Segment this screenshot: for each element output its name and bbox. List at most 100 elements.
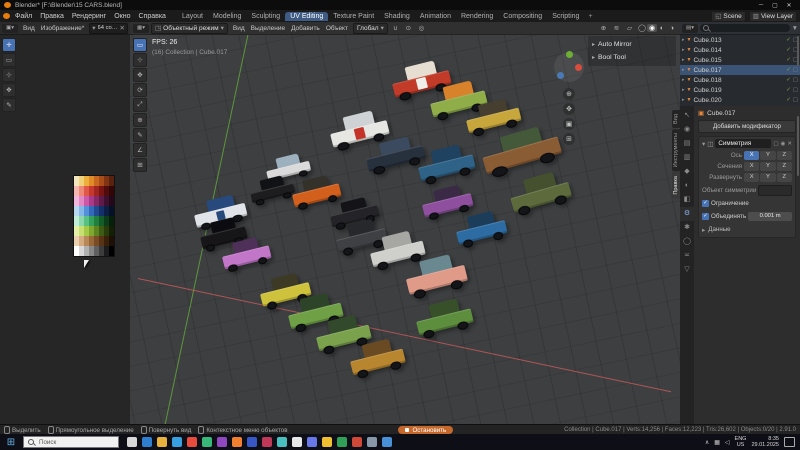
select-box-tool[interactable]: ▭	[133, 38, 147, 52]
measure-tool[interactable]: ∠	[133, 143, 147, 157]
tray-expand-icon[interactable]: ∧	[705, 439, 709, 446]
outliner-mode-icon[interactable]: ▤▾	[682, 23, 698, 33]
visibility-check-icon[interactable]: ✓	[786, 97, 791, 103]
add-modifier-button[interactable]: Добавить модификатор	[698, 120, 796, 133]
network-icon[interactable]: ▦	[714, 439, 720, 446]
modifier-name-field[interactable]: Симметрия	[715, 139, 772, 148]
taskbar-app-11[interactable]	[277, 437, 287, 447]
add-cube-tool[interactable]: ⊞	[133, 158, 147, 172]
proportional-edit-icon[interactable]: ◎	[416, 24, 427, 32]
stop-button[interactable]: Остановить	[398, 426, 454, 434]
show-gizmo-icon[interactable]: ⊕	[598, 24, 609, 32]
screen-icon[interactable]: ▢	[793, 87, 798, 93]
axis-toggle-z[interactable]: Z	[776, 151, 792, 160]
taskbar-app-5[interactable]	[187, 437, 197, 447]
volume-icon[interactable]: ◁	[725, 439, 730, 446]
perspective-toggle-icon[interactable]: ⊞	[563, 133, 575, 145]
taskbar-app-4[interactable]	[172, 437, 182, 447]
outliner-item[interactable]: ▸ ▼ Cube.013 ✓ ▢	[680, 35, 800, 45]
view-layer-selector[interactable]: ▥ View Layer	[748, 10, 797, 22]
filter-icon[interactable]: ▼	[792, 25, 798, 32]
sidebar-tab-Вид[interactable]: Вид	[672, 110, 680, 128]
scale-tool[interactable]: ⤢	[133, 98, 147, 112]
car-sedan-black[interactable]	[248, 173, 296, 207]
outliner-search[interactable]	[700, 24, 790, 32]
npanel-section-auto-mirror[interactable]: ▸ Auto Mirror	[588, 38, 676, 51]
visibility-check-icon[interactable]: ✓	[786, 57, 791, 63]
rendered-shading[interactable]: ◑	[667, 25, 677, 32]
visibility-check-icon[interactable]: ✓	[786, 47, 791, 53]
screen-icon[interactable]: ▢	[793, 67, 798, 73]
tab-view-layer[interactable]: ▥	[680, 151, 694, 165]
image-selector[interactable]: ▾ 64 color pixel.png ✕	[89, 22, 128, 34]
uv-image-editor[interactable]: ▣▾ ВидИзображение* ▾ 64 color pixel.png …	[0, 22, 131, 424]
select-box-tool[interactable]: ▭	[2, 53, 16, 67]
unlink-image-icon[interactable]: ✕	[120, 24, 125, 32]
clock[interactable]: 8:35 29.01.2025	[751, 436, 779, 448]
car-pickup-green[interactable]	[413, 296, 475, 341]
taskbar-app-13[interactable]	[307, 437, 317, 447]
pan-icon[interactable]: ✥	[563, 103, 575, 115]
outliner-item[interactable]: ▸ ▼ Cube.018 ✓ ▢	[680, 75, 800, 85]
visibility-check-icon[interactable]: ✓	[786, 87, 791, 93]
workspace-tab-texture-paint[interactable]: Texture Paint	[328, 12, 379, 21]
workspace-tab-layout[interactable]: Layout	[177, 12, 208, 21]
properties-editor[interactable]: ↖ ◉ ▤ ▥ ◆ ◐ ◧ ⚙ ✱ ◯ ≍ ▽ ▣ Cube.017 Добавить модифик…	[680, 106, 800, 427]
camera-view-icon[interactable]: ▣	[563, 118, 575, 130]
merge-checkbox[interactable]: ✓	[702, 213, 709, 220]
taskbar-search[interactable]	[23, 436, 119, 448]
taskbar-app-6[interactable]	[202, 437, 212, 447]
clipping-checkbox[interactable]: ✓	[702, 200, 709, 207]
viewport-3d[interactable]: ▦▾ ◳ Объектный режим ▾ Вид Выделение Добав…	[130, 22, 680, 424]
workspace-tab-uv-editing[interactable]: UV Editing	[285, 11, 329, 21]
outliner-item[interactable]: ▸ ▼ Cube.017 ✓ ▢	[680, 65, 800, 75]
outliner-item[interactable]: ▸ ▼ Cube.020 ✓ ▢	[680, 95, 800, 105]
uv-menu-Изображение*[interactable]: Изображение*	[38, 25, 87, 32]
taskbar-app-2[interactable]	[142, 437, 152, 447]
axis-toggle-y[interactable]: Y	[760, 151, 776, 160]
language-indicator[interactable]: ENG US	[735, 436, 747, 448]
workspace-tab-sculpting[interactable]: Sculpting	[246, 12, 285, 21]
annotate-tool[interactable]: ✎	[2, 98, 16, 112]
orientation-selector[interactable]: Глобал ▾	[352, 22, 388, 34]
display-edit-icon[interactable]: ▢	[773, 141, 778, 147]
annotate-tool[interactable]: ✎	[133, 128, 147, 142]
visibility-check-icon[interactable]: ✓	[786, 37, 791, 43]
outliner[interactable]: ▤▾ ▼ ▸ ▼ Cube.013 ✓ ▢ ▸ ▼ Cube.014 ✓ ▢ ▸ ▼ Cube.015 ✓…	[680, 22, 800, 107]
axis-toggle-z[interactable]: Z	[776, 173, 792, 182]
npanel-section-bool-tool[interactable]: ▸ Bool Tool	[588, 51, 676, 64]
scene-selector[interactable]: ◱ Scene	[711, 10, 746, 22]
viewport-menu-Добавить[interactable]: Добавить	[288, 25, 323, 32]
screen-icon[interactable]: ▢	[793, 77, 798, 83]
editor-type-button[interactable]: ▣▾	[2, 23, 18, 33]
taskbar-app-10[interactable]	[262, 437, 272, 447]
minimize-button[interactable]: ─	[754, 2, 768, 9]
tab-output[interactable]: ▤	[680, 137, 694, 151]
tab-object-data[interactable]: ▽	[680, 263, 694, 277]
move-tool[interactable]: ✥	[2, 83, 16, 97]
menu-Рендеринг[interactable]: Рендеринг	[68, 13, 110, 20]
notifications-icon[interactable]	[784, 437, 795, 447]
transform-tool[interactable]: ⊕	[133, 113, 147, 127]
move-tool[interactable]: ✥	[133, 68, 147, 82]
sidebar-tab-Инструменты[interactable]: Инструменты	[672, 128, 680, 172]
cursor-tool[interactable]: ⊹	[133, 53, 147, 67]
axis-toggle-z[interactable]: Z	[776, 162, 792, 171]
taskbar-app-1[interactable]	[127, 437, 137, 447]
viewport-menu-Выделение[interactable]: Выделение	[248, 25, 288, 32]
uv-menu-Вид[interactable]: Вид	[20, 25, 38, 32]
taskbar-app-15[interactable]	[337, 437, 347, 447]
search-input[interactable]	[37, 437, 114, 447]
pivot-icon[interactable]: ⊙	[403, 24, 414, 32]
viewport-menu-Объект[interactable]: Объект	[323, 25, 351, 32]
cursor-tool[interactable]: ⊹	[2, 68, 16, 82]
outliner-item[interactable]: ▸ ▼ Cube.015 ✓ ▢	[680, 55, 800, 65]
tab-world[interactable]: ◐	[680, 179, 694, 193]
tab-particles[interactable]: ✱	[680, 221, 694, 235]
taskbar-app-18[interactable]	[382, 437, 392, 447]
snap-magnet-icon[interactable]: ∪	[390, 24, 401, 32]
blender-app-icon[interactable]	[3, 13, 10, 19]
taskbar-app-8[interactable]	[232, 437, 242, 447]
car-sedan-blue[interactable]	[453, 208, 509, 249]
outliner-item[interactable]: ▸ ▼ Cube.019 ✓ ▢	[680, 85, 800, 95]
